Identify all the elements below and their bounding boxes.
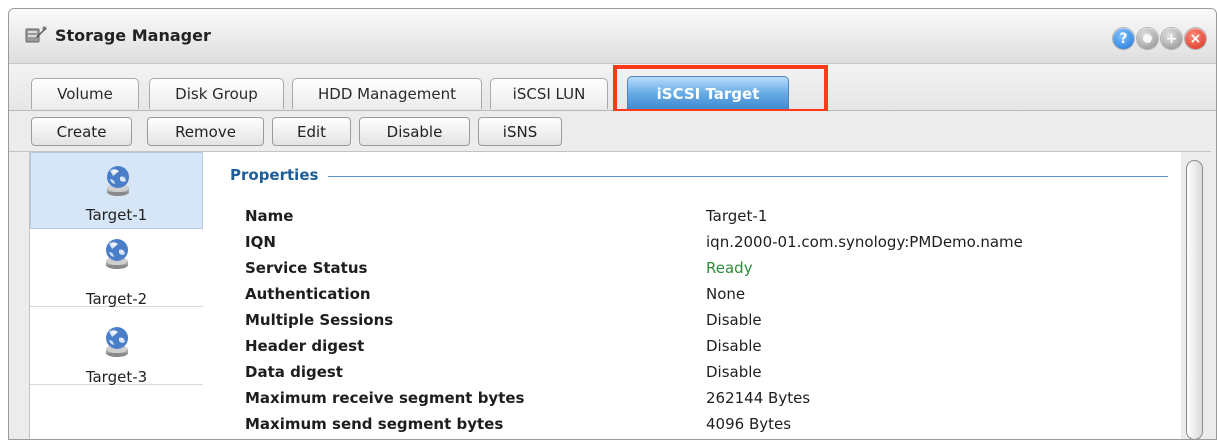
property-row: Name Target-1 [203, 207, 1181, 233]
window-controls: ? + × [1113, 28, 1206, 49]
property-key: Multiple Sessions [245, 311, 394, 329]
property-row: Multiple Sessions Disable [203, 311, 1181, 337]
tab-label: Disk Group [175, 85, 258, 103]
property-value: 4096 Bytes [706, 415, 792, 433]
create-button[interactable]: Create [31, 117, 132, 146]
target-label: Target-2 [85, 290, 148, 308]
property-row: Data digest Disable [203, 363, 1181, 389]
property-value: Target-1 [706, 207, 768, 225]
tab-volume[interactable]: Volume [31, 78, 139, 109]
globe-drive-icon [104, 326, 130, 358]
edit-button-label: Edit [296, 122, 327, 141]
tab-label: iSCSI LUN [512, 85, 586, 103]
edit-button[interactable]: Edit [272, 117, 351, 146]
isns-button[interactable]: iSNS [478, 117, 562, 146]
minimize-icon[interactable] [1137, 28, 1158, 49]
maximize-icon[interactable]: + [1161, 28, 1182, 49]
property-key: Maximum receive segment bytes [245, 389, 525, 407]
property-value: None [706, 285, 746, 303]
target-list-item[interactable]: Target-3 [30, 308, 203, 386]
properties-divider [328, 176, 1168, 177]
property-value: Disable [706, 363, 762, 381]
tab-label: Volume [57, 85, 113, 103]
help-icon[interactable]: ? [1113, 28, 1134, 49]
isns-button-label: iSNS [502, 122, 538, 141]
property-row: Service Status Ready [203, 259, 1181, 285]
target-label: Target-3 [85, 368, 148, 386]
tab-hdd-management[interactable]: HDD Management [292, 78, 482, 109]
globe-drive-icon [105, 165, 131, 197]
target-list-item[interactable]: Target-1 [30, 152, 203, 229]
property-value: Disable [706, 311, 762, 329]
property-key: Service Status [245, 259, 368, 277]
highlight-annotation [613, 65, 828, 113]
storage-manager-window: Storage Manager ? + × Volume Disk Group … [8, 8, 1217, 440]
disable-button[interactable]: Disable [359, 117, 470, 146]
close-icon[interactable]: × [1185, 28, 1206, 49]
property-row: IQN iqn.2000-01.com.synology:PMDemo.name [203, 233, 1181, 259]
storage-manager-icon [25, 25, 47, 45]
property-row: Maximum send segment bytes 4096 Bytes [203, 415, 1181, 439]
property-key: Data digest [245, 363, 343, 381]
status-value: Ready [706, 259, 753, 277]
scrollbar-thumb[interactable] [1186, 160, 1203, 439]
window-title: Storage Manager [55, 26, 211, 45]
title-bar[interactable]: Storage Manager ? + × [9, 9, 1216, 64]
property-value: Disable [706, 337, 762, 355]
tab-disk-group[interactable]: Disk Group [149, 78, 284, 109]
left-gutter [9, 152, 29, 439]
tab-label: HDD Management [318, 85, 456, 103]
remove-button[interactable]: Remove [147, 117, 264, 146]
toolbar: Create Remove Edit Disable iSNS [9, 111, 1216, 152]
properties-panel: Properties Name Target-1 IQN iqn.2000-01… [203, 152, 1181, 439]
target-label: Target-1 [85, 206, 148, 224]
property-value: 262144 Bytes [706, 389, 811, 407]
tab-iscsi-lun[interactable]: iSCSI LUN [490, 78, 608, 109]
property-key: IQN [245, 233, 276, 251]
remove-button-label: Remove [175, 122, 236, 141]
property-value: iqn.2000-01.com.synology:PMDemo.name [706, 233, 1023, 251]
property-row: Maximum receive segment bytes 262144 Byt… [203, 389, 1181, 415]
property-key: Header digest [245, 337, 365, 355]
property-key: Authentication [245, 285, 371, 303]
property-row: Header digest Disable [203, 337, 1181, 363]
properties-legend: Properties [230, 166, 319, 184]
target-list: Target-1 Target-2 Target-3 [29, 152, 204, 439]
property-row: Authentication None [203, 285, 1181, 311]
target-list-item[interactable]: Target-2 [30, 230, 203, 308]
globe-drive-icon [104, 238, 130, 270]
property-key: Maximum send segment bytes [245, 415, 504, 433]
property-key: Name [245, 207, 294, 225]
right-border [1211, 111, 1216, 439]
disable-button-label: Disable [386, 122, 443, 141]
create-button-label: Create [56, 122, 107, 141]
